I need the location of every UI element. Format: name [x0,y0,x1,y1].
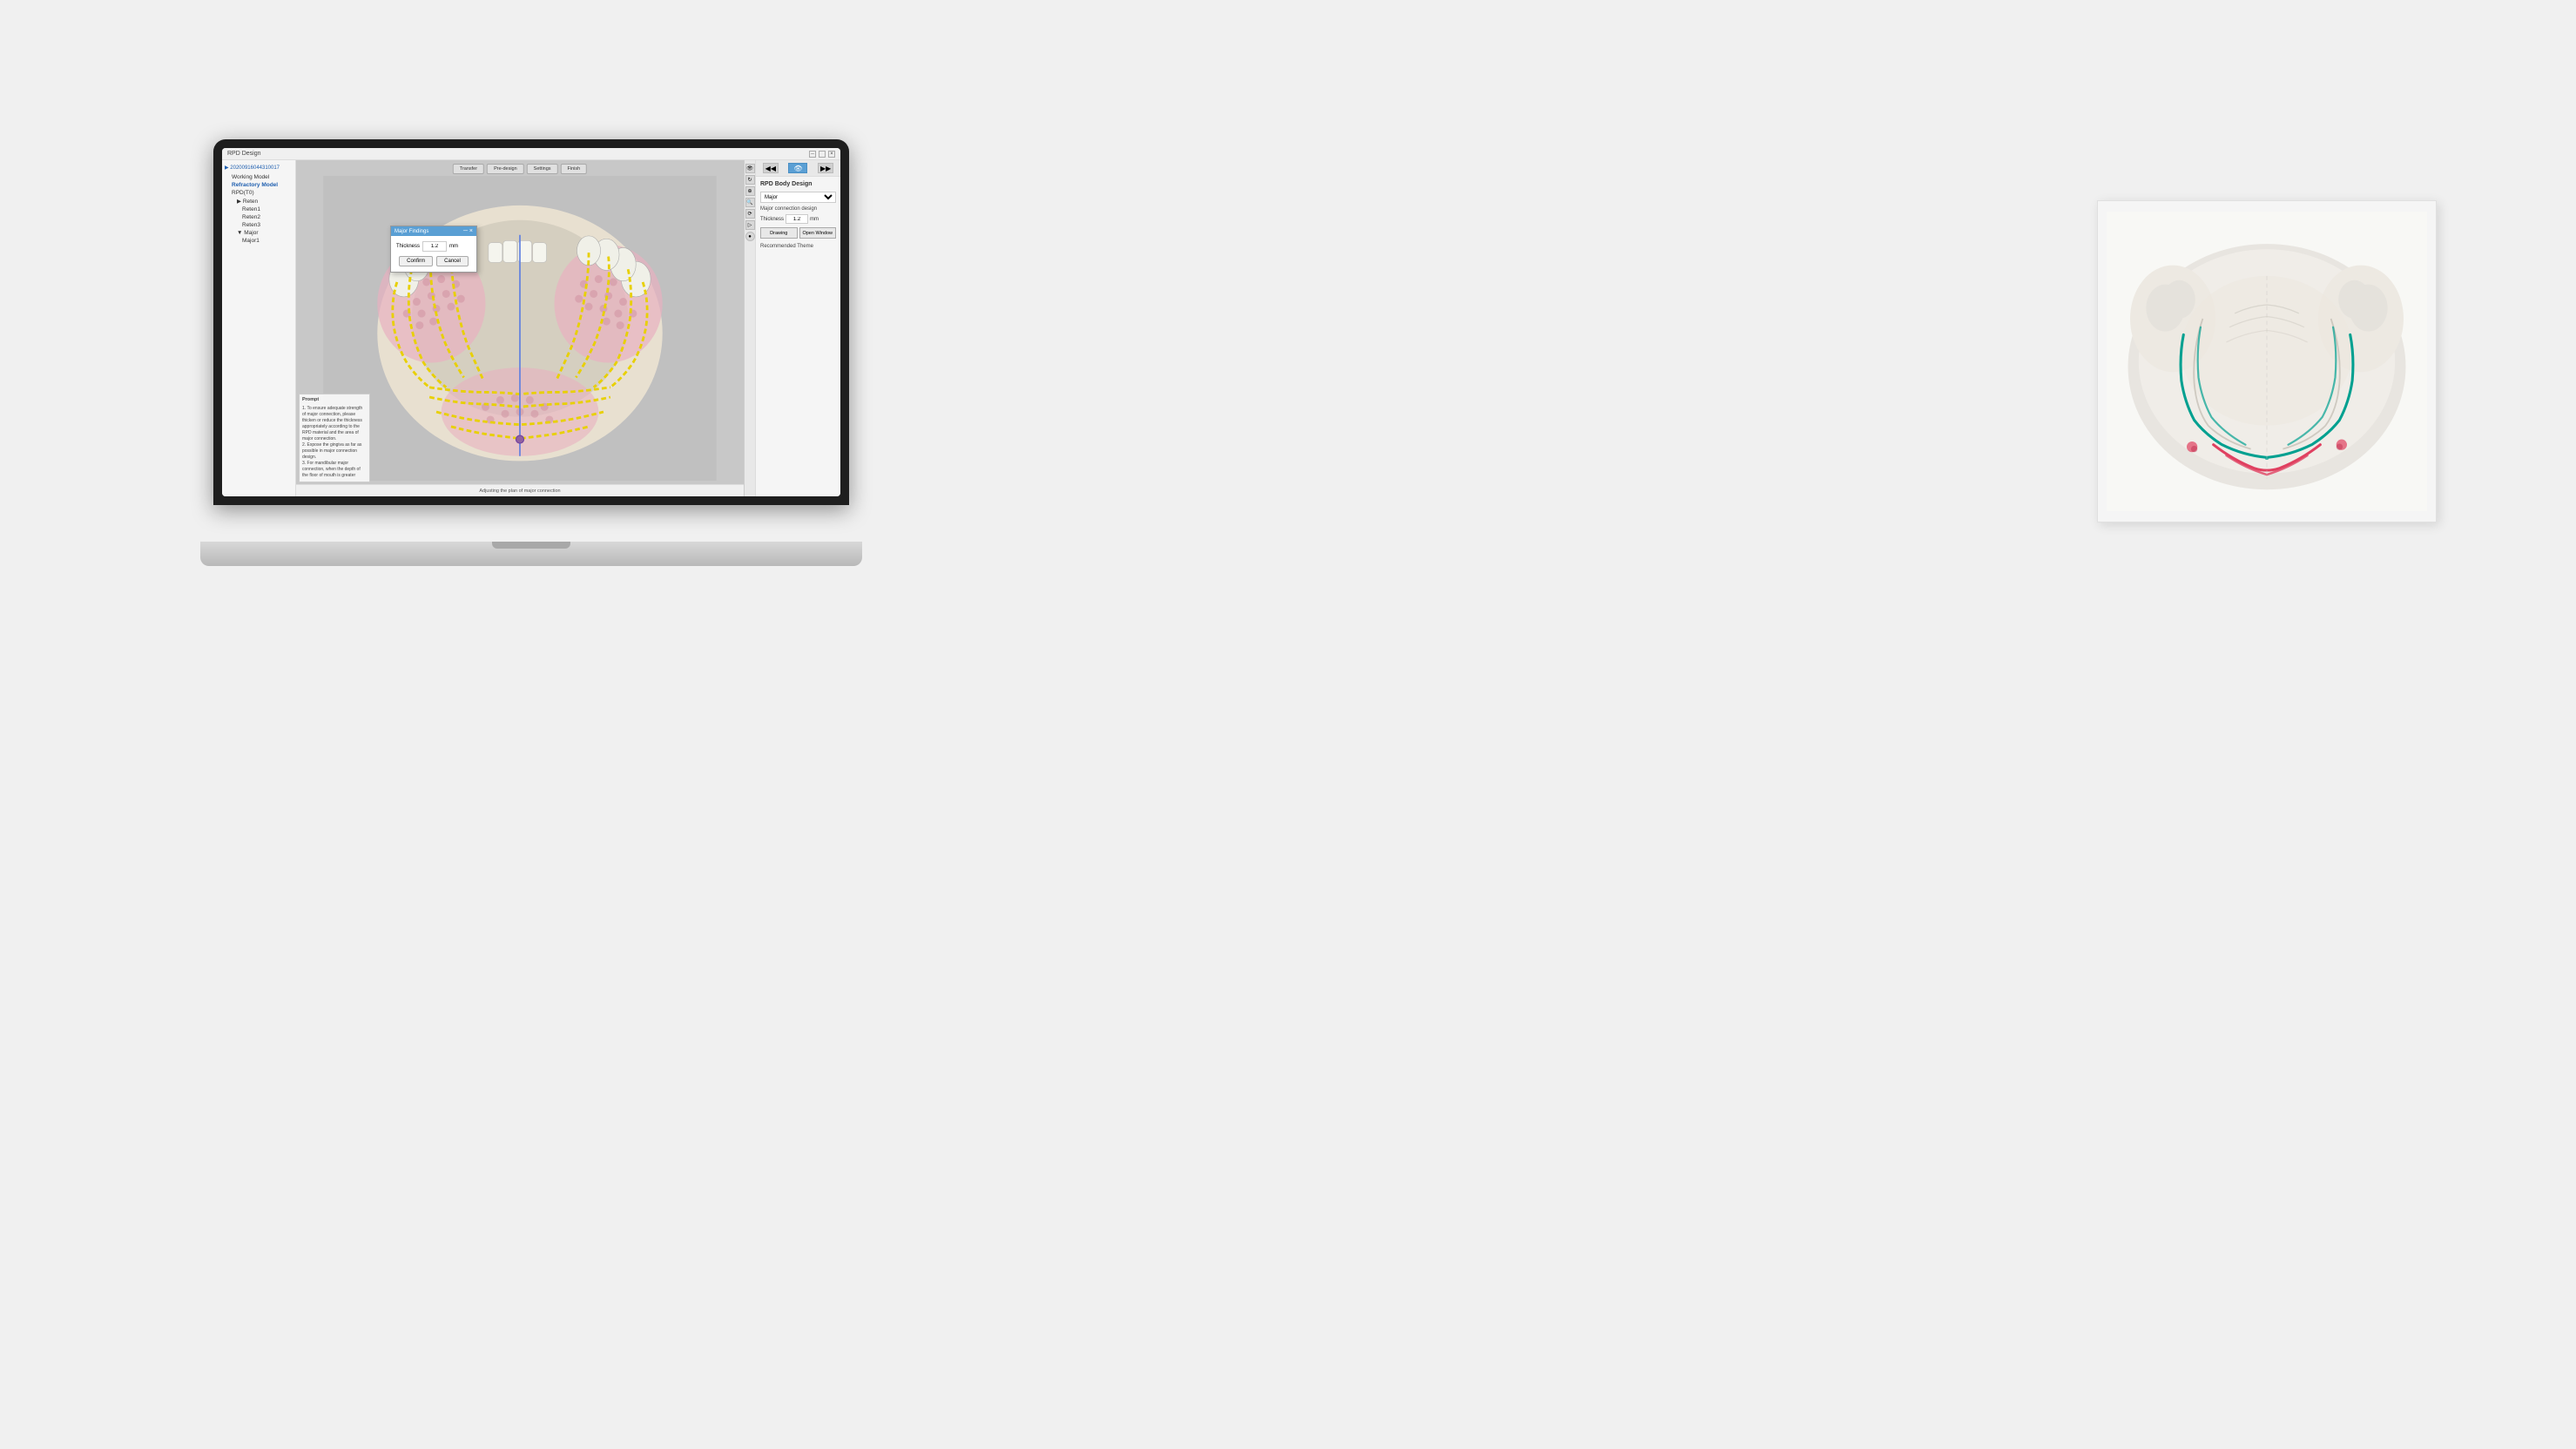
dialog-thickness-row: Thickness mm [396,241,471,252]
recommended-theme-label: Recommended Theme [760,244,836,249]
maximize-btn[interactable] [819,151,826,158]
panel-dropdown[interactable]: Major [760,192,836,203]
dialog-buttons-row: Confirm Cancel [396,256,471,266]
dialog-controls: ─ × [463,228,473,234]
right-panel: ◀◀ 👁 ▶▶ RPD Body Design Major Major conn… [755,160,840,496]
dialog-close-icon[interactable]: × [469,228,473,234]
panel-top-nav: ◀◀ 👁 ▶▶ [756,160,840,177]
viewport-toolbar: Transfer Pre-design Settings Finish [453,164,587,174]
dialog-thickness-label: Thickness [396,244,420,249]
laptop-wrapper: RPD Design ─ × ▶ 20200916044310017 [200,139,862,566]
rotate-icon-btn[interactable]: ↻ [745,175,755,185]
open-window-btn[interactable]: Open Window [799,227,837,239]
prompt-text: 1. To ensure adequate strength of major … [302,406,367,479]
minimize-btn[interactable]: ─ [809,151,816,158]
major-findings-dialog: Major Findings ─ × Thickness [390,226,477,273]
laptop-bezel: RPD Design ─ × ▶ 20200916044310017 [213,139,849,505]
dialog-title-text: Major Findings [394,229,428,234]
app-title: RPD Design [227,151,261,157]
transfer-btn[interactable]: Transfer [453,164,484,174]
sidebar-refractory-model[interactable]: Refractory Model [225,181,293,189]
cast-model-svg [2107,210,2427,513]
nav-next-btn[interactable]: ▶▶ [818,163,833,173]
thickness-input[interactable] [786,214,808,224]
icon-strip: 👁 ↻ ⊕ 🔍 ⟳ ▷ ● [744,160,755,496]
drawing-btn[interactable]: Drawing [760,227,798,239]
sidebar-reten1[interactable]: Reten1 [225,206,293,213]
panel-buttons-row: Drawing Open Window [760,227,836,239]
sidebar-project-id: ▶ 20200916044310017 [225,165,293,171]
sidebar-reten3[interactable]: Reten3 [225,221,293,229]
left-sidebar: ▶ 20200916044310017 Working Model Refrac… [222,160,296,496]
main-viewport: Transfer Pre-design Settings Finish [296,160,744,496]
prompt-title: Prompt [302,397,367,404]
sidebar-major1[interactable]: Major1 [225,237,293,245]
finish-btn[interactable]: Finish [561,164,588,174]
circle-icon-btn[interactable]: ● [745,232,755,241]
sidebar-rpd[interactable]: RPD(T0) [225,189,293,197]
window-controls: ─ × [809,151,835,158]
panel-content: RPD Body Design Major Major connection d… [756,177,840,496]
move-icon-btn[interactable]: ⊕ [745,186,755,196]
select-icon-btn[interactable]: ▷ [745,220,755,230]
prompt-box: Prompt 1. To ensure adequate strength of… [299,394,370,482]
dialog-thickness-unit: mm [449,244,458,249]
thickness-unit: mm [810,217,819,222]
dialog-minimize-icon[interactable]: ─ [463,228,468,234]
dialog-title-bar: Major Findings ─ × [391,226,476,236]
dialog-body: Thickness mm Confirm Cancel [391,236,476,272]
sidebar-reten[interactable]: ▶ Reten [225,197,293,206]
laptop-hinge [492,542,570,549]
sidebar-major[interactable]: ▼ Major [225,229,293,237]
laptop-base [200,542,862,566]
sidebar-working-model[interactable]: Working Model [225,173,293,181]
sidebar-reten2[interactable]: Reten2 [225,213,293,221]
dialog-confirm-btn[interactable]: Confirm [399,256,433,266]
status-bar: Adjusting the plan of major connection [296,484,744,496]
eye-icon-btn[interactable]: 👁 [745,164,755,173]
dialog-thickness-input[interactable] [422,241,447,252]
thickness-row: Thickness mm [760,214,836,224]
title-bar: RPD Design ─ × [222,148,840,160]
app-window: RPD Design ─ × ▶ 20200916044310017 [222,148,840,496]
panel-title: RPD Body Design [760,181,836,187]
thickness-label: Thickness [760,217,784,222]
settings-btn[interactable]: Settings [527,164,558,174]
dialog-cancel-btn[interactable]: Cancel [436,256,469,266]
close-btn[interactable]: × [828,151,835,158]
zoom-icon-btn[interactable]: 🔍 [745,198,755,207]
main-content: ▶ 20200916044310017 Working Model Refrac… [222,160,840,496]
reset-icon-btn[interactable]: ⟳ [745,209,755,219]
nav-eye-btn[interactable]: 👁 [788,163,807,173]
photo-panel [2097,200,2437,522]
page-background: RPD Design ─ × ▶ 20200916044310017 [0,0,2576,1449]
major-connection-label: Major connection design [760,206,836,212]
pre-design-btn[interactable]: Pre-design [487,164,524,174]
photo-inner [2098,201,2436,522]
nav-prev-btn[interactable]: ◀◀ [763,163,779,173]
